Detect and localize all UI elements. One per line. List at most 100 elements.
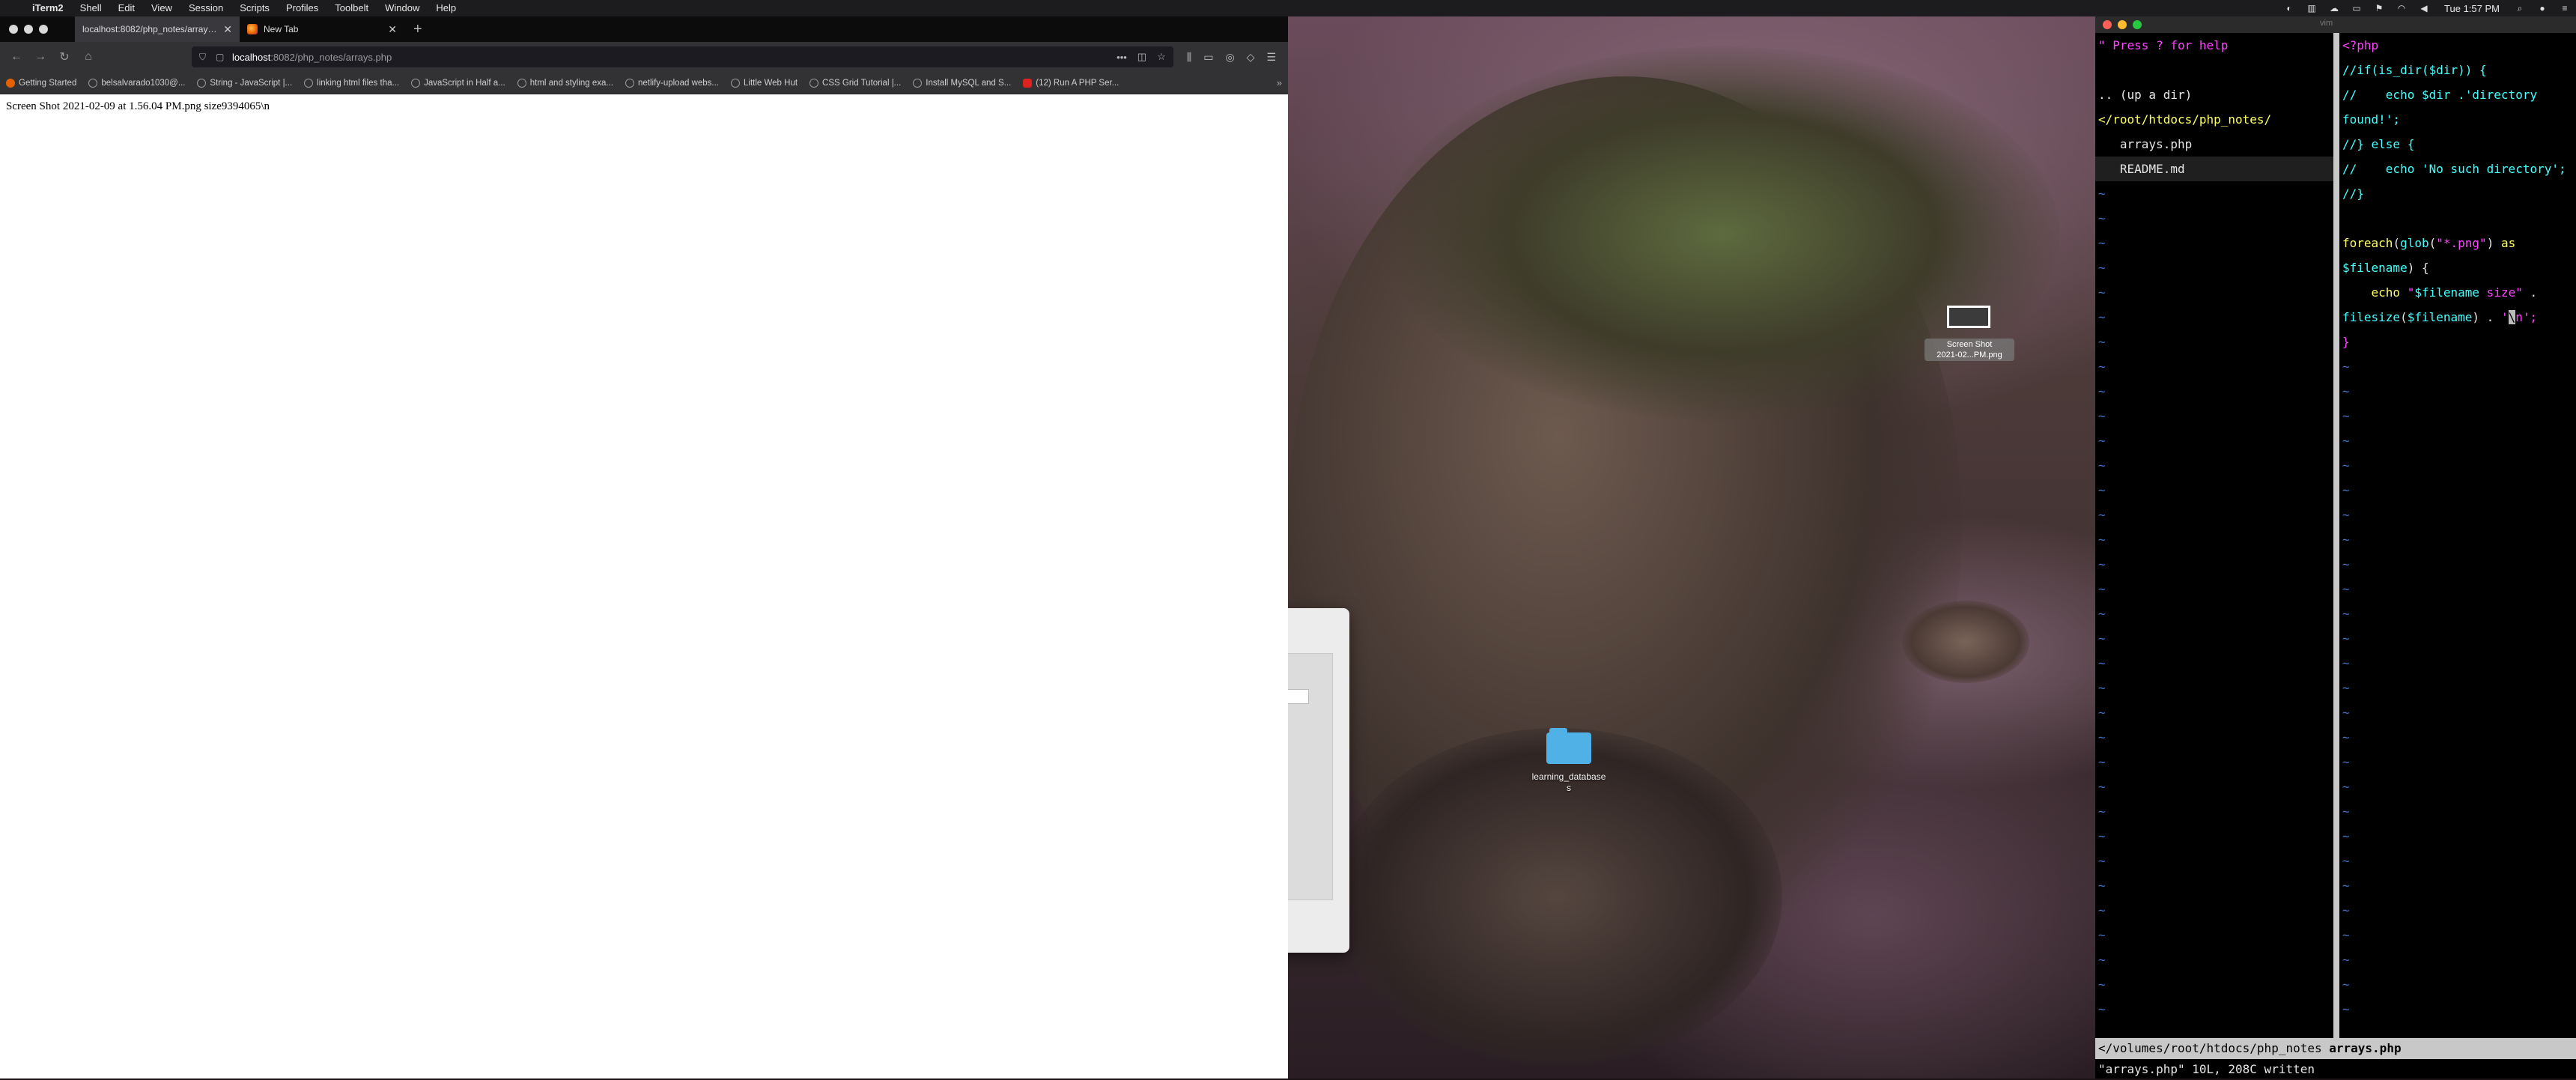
code-line: // echo 'No such directory'; xyxy=(2342,162,2566,176)
empty-line-marker: ~ xyxy=(2342,953,2350,967)
menu-app-name[interactable]: iTerm2 xyxy=(24,0,72,16)
hamburger-menu-icon[interactable]: ☰ xyxy=(1266,51,1276,64)
menu-scripts[interactable]: Scripts xyxy=(231,0,278,16)
shield-icon[interactable]: ⛉ xyxy=(199,52,211,63)
firefox-window: localhost:8082/php_notes/arrays.p ✕ New … xyxy=(0,16,1288,1079)
bookmark-item[interactable]: linking html files tha... xyxy=(304,78,399,88)
empty-line-marker: ~ xyxy=(2342,360,2350,374)
control-center-icon[interactable]: ≡ xyxy=(2557,0,2573,16)
reload-icon[interactable]: ↻ xyxy=(54,46,75,67)
tab-arrays-php[interactable]: localhost:8082/php_notes/arrays.p ✕ xyxy=(75,16,240,42)
empty-line-marker: ~ xyxy=(2342,804,2350,819)
close-window-icon[interactable] xyxy=(2103,20,2112,29)
cloud-status-icon[interactable]: ☁ xyxy=(2326,0,2342,16)
empty-line-marker: ~ xyxy=(2098,434,2106,448)
terminal-title-bar: vim xyxy=(2095,16,2576,33)
bookmark-item[interactable]: Little Web Hut xyxy=(731,78,798,88)
bookmark-item[interactable]: (12) Run A PHP Ser... xyxy=(1023,78,1119,88)
empty-line-marker: ~ xyxy=(2098,804,2106,819)
empty-line-marker: ~ xyxy=(2098,211,2106,225)
text-cursor: \ xyxy=(2508,310,2516,324)
nerdtree-up-dir[interactable]: .. (up a dir) xyxy=(2095,82,2333,107)
home-icon[interactable]: ⌂ xyxy=(78,46,99,67)
bookmark-item[interactable]: String - JavaScript |... xyxy=(197,78,292,88)
nerdtree-pane[interactable]: " Press ? for help .. (up a dir) </root/… xyxy=(2095,33,2333,1038)
php-output-text: Screen Shot 2021-02-09 at 1.56.04 PM.png… xyxy=(6,100,270,112)
pocket-icon[interactable]: ◫ xyxy=(1137,51,1146,63)
firefox-icon xyxy=(247,24,258,34)
user-avatar-icon[interactable]: ● xyxy=(2534,0,2551,16)
bookmark-item[interactable]: CSS Grid Tutorial |... xyxy=(809,78,901,88)
focus-status-icon[interactable]: ◐ xyxy=(2281,0,2297,16)
battery-icon[interactable]: ▭ xyxy=(2348,0,2365,16)
extension-icon[interactable]: ◇ xyxy=(1247,51,1255,64)
empty-line-marker: ~ xyxy=(2098,607,2106,621)
empty-line-marker: ~ xyxy=(2098,458,2106,473)
empty-line-marker: ~ xyxy=(2098,186,2106,201)
sidebar-icon[interactable]: ▭ xyxy=(1203,51,1213,64)
nerdtree-help: " Press ? for help xyxy=(2098,38,2229,52)
page-info-icon[interactable]: ▢ xyxy=(216,52,228,62)
bookmark-item[interactable]: html and styling exa... xyxy=(517,78,613,88)
bookmark-item[interactable]: Getting Started xyxy=(6,78,76,88)
tab-new-tab[interactable]: New Tab ✕ xyxy=(240,16,404,42)
empty-line-marker: ~ xyxy=(2098,533,2106,547)
zoom-window-icon[interactable] xyxy=(39,25,48,34)
page-actions-icon[interactable]: ••• xyxy=(1117,52,1127,63)
firefox-icon xyxy=(6,78,15,88)
empty-line-marker: ~ xyxy=(2098,953,2106,967)
bookmark-item[interactable]: belsalvarado1030@... xyxy=(88,78,185,88)
bookmark-item[interactable]: netlify-upload webs... xyxy=(625,78,719,88)
empty-line-marker: ~ xyxy=(2098,706,2106,720)
menu-view[interactable]: View xyxy=(143,0,180,16)
bookmark-item[interactable]: JavaScript in Half a... xyxy=(411,78,505,88)
menu-toolbelt[interactable]: Toolbelt xyxy=(326,0,377,16)
empty-line-marker: ~ xyxy=(2098,903,2106,917)
vertical-split-divider[interactable] xyxy=(2333,33,2339,1038)
empty-line-marker: ~ xyxy=(2098,360,2106,374)
vim-editor-pane[interactable]: <?php //if(is_dir($dir)) { // echo $dir … xyxy=(2339,33,2576,1038)
page-content: Screen Shot 2021-02-09 at 1.56.04 PM.png… xyxy=(0,94,1288,1079)
menu-window[interactable]: Window xyxy=(377,0,428,16)
volume-icon[interactable]: ◀ xyxy=(2416,0,2432,16)
desktop-folder-learning-databases[interactable]: learning_database s xyxy=(1520,728,1617,795)
minimize-window-icon[interactable] xyxy=(2118,20,2127,29)
zoom-window-icon[interactable] xyxy=(2133,20,2142,29)
forward-arrow-icon[interactable]: → xyxy=(30,46,51,67)
empty-line-marker: ~ xyxy=(2342,879,2350,893)
sidebar-status-icon[interactable]: ▥ xyxy=(2303,0,2320,16)
nerdtree-root[interactable]: </root/htdocs/php_notes/ xyxy=(2095,107,2333,132)
back-arrow-icon[interactable]: ← xyxy=(6,46,27,67)
menu-shell[interactable]: Shell xyxy=(72,0,110,16)
desktop-screenshot-file[interactable]: Screen Shot 2021-02...PM.png xyxy=(1925,306,2014,361)
bookmark-star-icon[interactable]: ☆ xyxy=(1157,51,1166,63)
close-tab-icon[interactable]: ✕ xyxy=(223,23,232,36)
library-icon[interactable]: ⫼ xyxy=(1187,51,1191,64)
menu-profiles[interactable]: Profiles xyxy=(278,0,326,16)
wifi-icon[interactable]: ◠ xyxy=(2393,0,2410,16)
menu-session[interactable]: Session xyxy=(180,0,231,16)
minimize-window-icon[interactable] xyxy=(24,25,33,34)
menu-help[interactable]: Help xyxy=(428,0,464,16)
empty-line-marker: ~ xyxy=(2098,730,2106,744)
nerdtree-file-arrays[interactable]: arrays.php xyxy=(2095,132,2333,157)
close-window-icon[interactable] xyxy=(9,25,18,34)
spotlight-search-icon[interactable]: ⌕ xyxy=(2512,0,2528,16)
status-filename: arrays.php xyxy=(2329,1041,2402,1055)
menu-clock[interactable]: Tue 1:57 PM xyxy=(2435,3,2509,14)
empty-line-marker: ~ xyxy=(2342,730,2350,744)
vim-command-line[interactable]: "arrays.php" 10L, 208C written xyxy=(2095,1059,2576,1080)
flag-icon[interactable]: ⚑ xyxy=(2371,0,2387,16)
new-tab-plus-icon[interactable]: + xyxy=(404,21,431,38)
empty-line-marker: ~ xyxy=(2098,557,2106,571)
nerdtree-file-readme[interactable]: README.md xyxy=(2095,157,2333,181)
empty-line-marker: ~ xyxy=(2342,384,2350,398)
bookmarks-overflow-icon[interactable]: » xyxy=(1277,77,1282,88)
screenshot-file-label: Screen Shot 2021-02...PM.png xyxy=(1925,339,2014,361)
screenshot-thumbnail-icon xyxy=(1947,306,1990,328)
close-tab-icon[interactable]: ✕ xyxy=(388,23,397,36)
menu-edit[interactable]: Edit xyxy=(110,0,143,16)
account-icon[interactable]: ◎ xyxy=(1225,51,1234,64)
bookmark-item[interactable]: Install MySQL and S... xyxy=(913,78,1011,88)
url-bar[interactable]: ⛉ ▢ localhost:8082/php_notes/arrays.php … xyxy=(192,46,1173,67)
